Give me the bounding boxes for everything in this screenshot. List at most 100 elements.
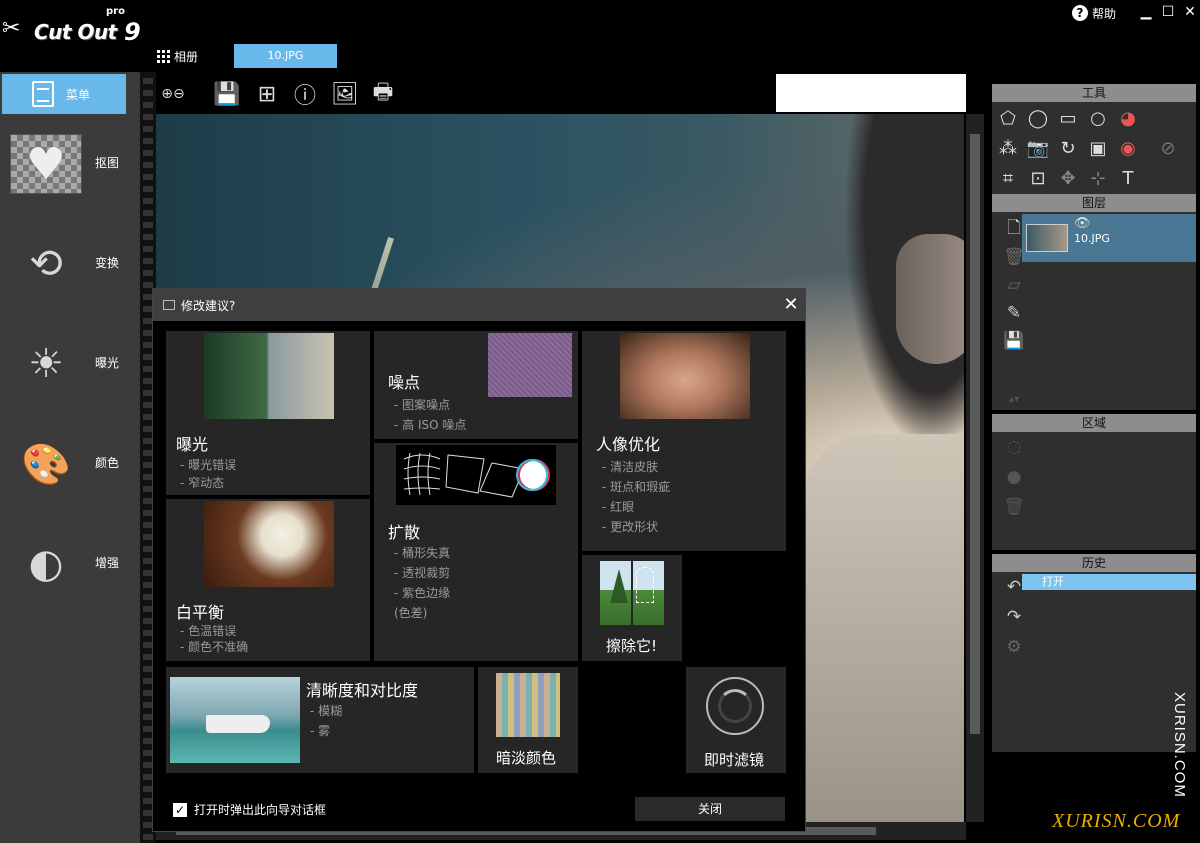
- help-button[interactable]: ? 帮助: [1072, 4, 1116, 22]
- polygon-lasso-icon[interactable]: ⬠: [996, 106, 1020, 130]
- edit-layer-icon[interactable]: ✎: [1004, 302, 1024, 324]
- card-item: 颜色不准确: [180, 639, 248, 655]
- menu-item-label: 增强: [95, 556, 120, 570]
- menu-item-transform[interactable]: ⟲ 变换: [0, 224, 140, 304]
- crop-icon[interactable]: ⌗: [996, 166, 1020, 190]
- watermark-vertical: XURISN.COM: [1171, 692, 1188, 798]
- save-layer-icon[interactable]: 💾: [1003, 330, 1024, 352]
- color-wheel-icon[interactable]: ◕: [1116, 106, 1140, 130]
- card-distortion[interactable]: 扩散 桶形失真 透视裁剪 紫色边缘 (色差): [374, 443, 578, 661]
- history-item[interactable]: 打开: [1022, 574, 1196, 590]
- card-title: 白平衡: [176, 603, 225, 622]
- menu-item-exposure[interactable]: ☀ 曝光: [0, 324, 140, 404]
- maximize-icon[interactable]: ☐: [1160, 4, 1176, 20]
- card-item: 高 ISO 噪点: [394, 415, 466, 435]
- file-tab[interactable]: 10.JPG: [234, 44, 337, 68]
- perspective-crop-icon[interactable]: ⊡: [1026, 166, 1050, 190]
- redo-icon[interactable]: ↷: [1004, 606, 1024, 628]
- tools-header: 工具: [992, 84, 1196, 102]
- noise-thumbnail: [488, 333, 574, 397]
- lasso-icon[interactable]: ◯: [1026, 106, 1050, 130]
- app-logo: ✂ Cut Out pro 9: [0, 4, 150, 48]
- palette-icon: 🎨: [21, 441, 71, 488]
- card-erase[interactable]: 擦除它!: [582, 555, 682, 661]
- distortion-thumbnail: [396, 445, 556, 505]
- card-white-balance[interactable]: 白平衡 色温错误 颜色不准确: [166, 499, 370, 661]
- album-label: 相册: [174, 50, 199, 64]
- sharpness-thumbnail: [170, 677, 300, 763]
- dialog-close-icon[interactable]: ✕: [781, 295, 801, 315]
- red-eye-icon[interactable]: ◉: [1116, 136, 1140, 160]
- card-exposure[interactable]: 曝光 曝光错误 窄动态: [166, 331, 370, 495]
- card-title: 人像优化: [596, 435, 661, 454]
- menu-item-cutout[interactable]: ♥ 抠图: [0, 124, 140, 204]
- card-title: 曝光: [176, 435, 209, 454]
- help-icon: ?: [1072, 5, 1088, 21]
- rotate-icon[interactable]: ↻: [1056, 136, 1080, 160]
- menu-item-enhance[interactable]: ◐ 增强: [0, 524, 140, 604]
- clone-icon[interactable]: ⁂: [996, 136, 1020, 160]
- merge-layer-icon[interactable]: ▱: [1004, 274, 1024, 296]
- toolbar: ⊕⊖ 💾 ⊞ ⓘ 🖼 🖶: [156, 72, 776, 114]
- card-noise[interactable]: 噪点 图案噪点 高 ISO 噪点: [374, 331, 578, 439]
- vertical-scrollbar[interactable]: [966, 114, 984, 822]
- layer-item[interactable]: 👁 10.JPG: [1022, 214, 1196, 262]
- rect-select-icon[interactable]: ▭: [1056, 106, 1080, 130]
- region-delete-icon[interactable]: 🗑: [1003, 496, 1025, 518]
- card-title: 噪点: [388, 373, 421, 392]
- history-header: 历史: [992, 554, 1196, 572]
- white-balance-thumbnail: [204, 501, 334, 587]
- save-icon[interactable]: 💾: [212, 78, 242, 110]
- export-icon[interactable]: ⊞: [252, 78, 282, 110]
- chip-icon[interactable]: ▣: [1086, 136, 1110, 160]
- zoom-icon[interactable]: ⊕⊖: [158, 78, 188, 110]
- minimize-icon[interactable]: ▁: [1138, 4, 1154, 20]
- menu-item-label: 曝光: [95, 356, 120, 370]
- new-layer-icon[interactable]: 🗋: [1004, 218, 1024, 240]
- close-window-icon[interactable]: ✕: [1182, 4, 1198, 20]
- card-item: 图案噪点: [394, 395, 466, 415]
- layer-order-icon[interactable]: ▴▾: [1004, 388, 1024, 410]
- region-header: 区域: [992, 414, 1196, 432]
- region-blob-icon[interactable]: ●: [1004, 466, 1024, 488]
- menu-button[interactable]: 菜单: [2, 74, 126, 114]
- card-portrait[interactable]: 人像优化 清洁皮肤 斑点和瑕疵 红眼 更改形状: [582, 331, 786, 551]
- faded-colors-thumbnail: [496, 673, 560, 737]
- checkbox-check-icon[interactable]: ✓: [173, 802, 187, 817]
- card-item: 清洁皮肤: [602, 457, 670, 477]
- suggestions-dialog: 修改建议? ✕ 曝光 曝光错误 窄动态 白平衡 色温错误 颜色不准确 噪点 图案…: [152, 288, 806, 832]
- card-item: 窄动态: [180, 475, 236, 491]
- camera-icon[interactable]: 📷: [1026, 136, 1050, 160]
- album-tab[interactable]: 相册: [157, 48, 198, 65]
- print-icon[interactable]: 🖶: [368, 78, 398, 110]
- undo-icon[interactable]: ↶: [1004, 576, 1024, 598]
- menu-doc-icon: [32, 81, 54, 107]
- menu-item-color[interactable]: 🎨 颜色: [0, 424, 140, 504]
- show-wizard-checkbox[interactable]: ✓ 打开时弹出此向导对话框: [173, 801, 326, 818]
- card-title: 清晰度和对比度: [306, 681, 419, 700]
- disabled-icon[interactable]: ⊘: [1156, 136, 1180, 160]
- card-items: 桶形失真 透视裁剪 紫色边缘 (色差): [394, 543, 450, 623]
- region-lasso-icon[interactable]: ◌: [1004, 436, 1024, 458]
- card-instant-filter[interactable]: 即时滤镜: [686, 667, 786, 773]
- info-icon[interactable]: ⓘ: [290, 78, 320, 110]
- card-faded-colors[interactable]: 暗淡颜色: [478, 667, 578, 773]
- ellipse-select-icon[interactable]: ○: [1086, 106, 1110, 130]
- instant-filter-icon: [706, 677, 764, 735]
- text-icon[interactable]: T: [1116, 166, 1140, 190]
- add-image-icon[interactable]: 🖼: [330, 78, 360, 110]
- card-item: 透视裁剪: [394, 563, 450, 583]
- move-icon[interactable]: ✥: [1056, 166, 1080, 190]
- card-sharpness[interactable]: 清晰度和对比度 模糊 雾: [166, 667, 474, 773]
- left-menu: 菜单 ♥ 抠图 ⟲ 变换 ☀ 曝光 🎨 颜色 ◐ 增强: [0, 72, 140, 843]
- photo-shirt: [806, 434, 964, 822]
- automation-icon[interactable]: ⚙: [1004, 636, 1024, 658]
- dialog-close-button[interactable]: 关闭: [635, 797, 785, 821]
- transform-select-icon[interactable]: ⊹: [1086, 166, 1110, 190]
- delete-layer-icon[interactable]: 🗑: [1003, 246, 1025, 268]
- visibility-eye-icon[interactable]: 👁: [1074, 216, 1091, 231]
- tools-panel: ⬠ ◯ ▭ ○ ◕ ⁂ 📷 ↻ ▣ ◉ ⊘ ⌗ ⊡ ✥ ⊹ T: [992, 102, 1196, 194]
- menu-item-label: 颜色: [95, 456, 120, 470]
- region-panel: ◌ ● 🗑: [992, 432, 1196, 550]
- card-items: 图案噪点 高 ISO 噪点: [394, 395, 466, 435]
